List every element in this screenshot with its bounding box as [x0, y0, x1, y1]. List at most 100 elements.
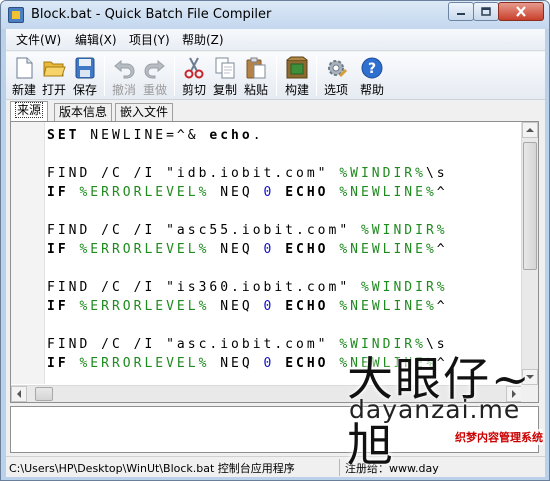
code-token: FIND /C /I "idb.iobit.com"	[47, 166, 340, 181]
horizontal-scroll-thumb[interactable]	[35, 387, 53, 401]
code-line: IF %ERRORLEVEL% NEQ 0 ECHO %NEWLINE%^	[47, 183, 448, 202]
redo-button[interactable]: 重做	[140, 54, 170, 98]
gear-icon	[328, 60, 348, 78]
cut-button[interactable]: 剪切	[179, 54, 209, 98]
code-token: .	[252, 128, 264, 143]
help-icon: ?	[361, 57, 383, 79]
client-area: 文件(W) 编辑(X) 项目(Y) 帮助(Z) 新建 打开 保存 撤消 重做 剪…	[6, 29, 545, 477]
code-token-kw: IF	[47, 242, 69, 257]
code-token-var: %NEWLINE%	[339, 356, 437, 371]
editor-gutter	[11, 122, 45, 384]
undo-icon	[114, 59, 135, 79]
code-editor[interactable]: SET NEWLINE=^& echo. FIND /C /I "idb.iobi…	[10, 121, 539, 403]
minimize-button[interactable]	[448, 2, 474, 21]
menu-project[interactable]: 项目(Y)	[127, 32, 172, 48]
code-token: ^	[436, 185, 448, 200]
code-token: NEQ	[209, 185, 264, 200]
vertical-scroll-thumb[interactable]	[523, 142, 537, 270]
save-button[interactable]: 保存	[70, 54, 100, 98]
code-token: FIND /C /I "asc55.iobit.com"	[47, 223, 361, 238]
code-line: IF %ERRORLEVEL% NEQ 0 ECHO %NEWLINE%^	[47, 240, 448, 259]
open-folder-icon	[43, 61, 66, 77]
code-token-kw: ECHO	[285, 242, 329, 257]
minimize-icon	[457, 12, 465, 15]
code-line: IF %ERRORLEVEL% NEQ 0 ECHO %NEWLINE%^	[47, 297, 448, 316]
chevron-right-icon	[512, 390, 516, 398]
options-button[interactable]: 选项	[321, 54, 351, 98]
code-token: \s	[425, 166, 448, 181]
code-token: FIND /C /I "is360.iobit.com"	[47, 280, 361, 295]
code-token-var: %NEWLINE%	[339, 185, 437, 200]
tab-strip: 来源 版本信息 嵌入文件	[6, 101, 545, 121]
app-icon[interactable]	[8, 7, 24, 23]
maximize-button[interactable]	[473, 2, 499, 21]
paste-button[interactable]: 粘贴	[241, 54, 271, 98]
code-line: SET NEWLINE=^& echo.	[47, 126, 264, 145]
application-window: Block.bat - Quick Batch File Compiler 文件…	[0, 0, 550, 481]
code-token-var: %ERRORLEVEL%	[79, 356, 210, 371]
help-button[interactable]: ? 帮助	[357, 54, 387, 98]
menu-edit[interactable]: 编辑(X)	[73, 32, 119, 48]
horizontal-scrollbar[interactable]	[11, 385, 522, 402]
close-button[interactable]	[498, 2, 544, 21]
open-button[interactable]: 打开	[39, 54, 69, 98]
window-title: Block.bat - Quick Batch File Compiler	[31, 7, 272, 22]
code-token-var: %WINDIR%	[360, 280, 448, 295]
chevron-up-icon	[526, 128, 534, 132]
svg-text:?: ?	[368, 61, 376, 77]
status-registered-to: 注册给：www.day	[345, 462, 439, 475]
code-token-kw: IF	[47, 299, 69, 314]
code-token-kw: ECHO	[285, 185, 329, 200]
code-token-var: %NEWLINE%	[339, 242, 437, 257]
status-separator	[339, 459, 340, 476]
scroll-up-arrow[interactable]	[522, 122, 538, 138]
code-line: FIND /C /I "is360.iobit.com" %WINDIR%	[47, 278, 448, 297]
tab-version-info[interactable]: 版本信息	[54, 103, 113, 121]
scroll-down-arrow[interactable]	[522, 369, 538, 385]
maximize-icon	[481, 7, 491, 16]
tab-embedded-files[interactable]: 嵌入文件	[115, 103, 174, 121]
code-token-kw: ECHO	[285, 356, 329, 371]
vertical-scrollbar[interactable]	[521, 122, 538, 385]
code-token-num: 0	[263, 185, 275, 200]
toolbar-separator	[276, 56, 277, 96]
new-file-icon	[16, 57, 33, 79]
code-token-kw: IF	[47, 185, 69, 200]
tab-source[interactable]: 来源	[10, 101, 49, 121]
menu-help[interactable]: 帮助(Z)	[180, 32, 226, 48]
code-token-num: 0	[263, 242, 275, 257]
code-token: ^	[436, 242, 448, 257]
scroll-right-arrow[interactable]	[506, 386, 522, 402]
copy-button[interactable]: 复制	[210, 54, 240, 98]
code-token: NEQ	[209, 242, 264, 257]
output-panel[interactable]	[10, 406, 539, 453]
status-bar: C:\Users\HP\Desktop\WinUt\Block.bat 控制台应…	[6, 456, 545, 477]
close-icon	[516, 6, 526, 17]
code-token-var: %WINDIR%	[360, 223, 448, 238]
code-line: FIND /C /I "idb.iobit.com" %WINDIR%\s	[47, 164, 448, 183]
build-package-icon	[286, 56, 308, 79]
scroll-left-arrow[interactable]	[11, 386, 27, 402]
title-bar[interactable]: Block.bat - Quick Batch File Compiler	[1, 1, 549, 29]
code-token-var: %WINDIR%	[339, 337, 426, 352]
menu-file[interactable]: 文件(W)	[14, 32, 63, 48]
code-token-kw: SET	[47, 128, 80, 143]
code-area[interactable]: SET NEWLINE=^& echo. FIND /C /I "idb.iobi…	[47, 126, 520, 382]
undo-button[interactable]: 撤消	[109, 54, 139, 98]
code-token-num: 0	[263, 299, 275, 314]
toolbar: 新建 打开 保存 撤消 重做 剪切 复制 粘贴 构建 选项 ? 帮助	[6, 52, 545, 100]
code-token: ^	[436, 356, 448, 371]
scrollbar-corner	[521, 385, 538, 402]
code-token-kw: ECHO	[285, 299, 329, 314]
code-token: \s	[425, 337, 448, 352]
code-token-kw: echo	[209, 128, 253, 143]
build-button[interactable]: 构建	[282, 54, 312, 98]
